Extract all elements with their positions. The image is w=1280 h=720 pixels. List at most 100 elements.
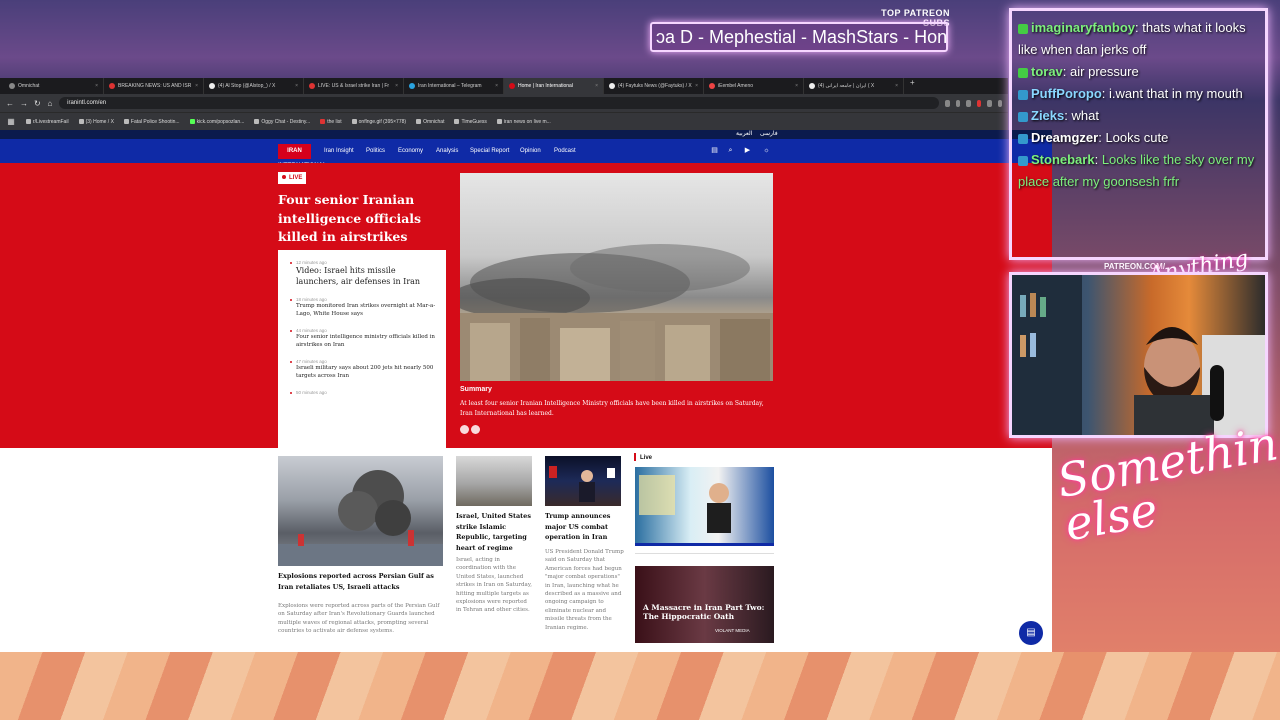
language-link-farsi[interactable]: فارسی — [760, 130, 778, 137]
forward-icon[interactable]: → — [20, 99, 28, 108]
url-input[interactable]: iranintl.com/en — [59, 97, 940, 109]
hero-section: LIVE Four senior Iranian intelligence of… — [0, 163, 1052, 448]
browser-tab[interactable]: Iran International – Telegram × — [404, 78, 504, 94]
reload-icon[interactable]: ↻ — [34, 99, 41, 108]
divider — [635, 553, 774, 554]
feed-item[interactable]: 50 minutes ago — [290, 390, 438, 395]
close-icon[interactable]: × — [895, 83, 898, 89]
article-card-excerpt: Explosions were reported across parts of… — [278, 603, 440, 635]
favicon-icon — [416, 119, 422, 124]
chat-message: Stonebark: Looks like the sky over my pl… — [1018, 152, 1255, 189]
close-icon[interactable]: × — [295, 83, 298, 89]
language-bar: العربية فارسی — [0, 130, 1052, 139]
article-card-title[interactable]: Israel, United States strike Islamic Rep… — [456, 511, 536, 553]
apps-grid-icon[interactable]: ▦ — [6, 117, 16, 126]
nav-item-politics[interactable]: Politics — [366, 139, 385, 163]
podium-illustration — [549, 466, 615, 502]
browser-tab-active[interactable]: Home | Iran International × — [504, 78, 604, 94]
live-video-thumbnail[interactable] — [635, 467, 774, 546]
bookmark-item[interactable]: Oggy Chat - Destiny... — [254, 119, 310, 125]
feed-item[interactable]: 12 minutes ago Video: Israel hits missile… — [290, 260, 438, 287]
x-logo-icon — [809, 83, 815, 89]
home-icon[interactable]: ⌂ — [47, 99, 53, 108]
new-tab-button[interactable]: + — [904, 78, 921, 94]
feed-item[interactable]: 18 minutes ago Trump monitored Iran strik… — [290, 297, 438, 318]
menu-icon[interactable] — [997, 99, 1003, 107]
favicon-icon — [254, 119, 260, 124]
close-icon[interactable]: × — [795, 83, 798, 89]
newspaper-icon[interactable]: ▤ — [710, 146, 719, 155]
extension-icon[interactable] — [976, 99, 982, 107]
close-icon[interactable]: × — [95, 83, 98, 89]
nav-item-economy[interactable]: Economy — [398, 139, 423, 163]
hero-headline[interactable]: Four senior Iranian intelligence officia… — [278, 191, 448, 247]
browser-tab[interactable]: Omnichat × — [4, 78, 104, 94]
bookmark-item[interactable]: the list — [320, 119, 342, 125]
article-image-trump-podium[interactable] — [545, 456, 621, 506]
back-icon[interactable]: ← — [6, 99, 14, 108]
language-link-arabic[interactable]: العربية — [736, 130, 752, 137]
chat-message: imaginaryfanboy: thats what it looks lik… — [1018, 20, 1246, 57]
feed-item[interactable]: 44 minutes ago Four senior intelligence m… — [290, 328, 438, 349]
theme-toggle-icon[interactable]: ☼ — [762, 146, 771, 155]
browser-tab[interactable]: (4) Faytuks News (@Faytuks) / X × — [604, 78, 704, 94]
close-icon[interactable]: × — [695, 83, 698, 89]
chat-message: torav: air pressure — [1018, 61, 1261, 83]
favicon-icon — [454, 119, 460, 124]
profile-icon[interactable] — [987, 99, 992, 107]
summary-text: At least four senior Iranian Intelligenc… — [460, 400, 764, 417]
close-icon[interactable]: × — [195, 83, 198, 89]
browser-tab[interactable]: BREAKING NEWS: US AND ISR × — [104, 78, 204, 94]
nav-item-special-report[interactable]: Special Report — [470, 139, 509, 163]
nav-item-analysis[interactable]: Analysis — [436, 139, 458, 163]
anchor-illustration — [639, 475, 731, 533]
browser-tab[interactable]: (4) ایران | جامعه ایرانی ( X × — [804, 78, 904, 94]
site-logo[interactable]: IRAN INTERNATIONAL — [278, 144, 327, 169]
article-card-title[interactable]: Explosions reported across Persian Gulf … — [278, 571, 443, 592]
favicon-icon — [9, 83, 15, 89]
chat-widget-button[interactable]: ▤ — [1019, 621, 1043, 645]
article-card-excerpt: US President Donald Trump said on Saturd… — [545, 549, 624, 631]
carousel-dot[interactable] — [460, 425, 469, 434]
bookmark-item[interactable]: TimeGuess — [454, 119, 487, 125]
hero-image-smoke-over-city[interactable] — [460, 173, 773, 381]
telegram-icon — [409, 83, 415, 89]
carousel-dot[interactable] — [471, 425, 480, 434]
bookmark-item[interactable]: Fatal Police Shootin... — [123, 119, 180, 125]
promo-brand-logo: VIOLANT MEDIA — [715, 628, 750, 633]
browser-tab[interactable]: (4) Al Stop (@Alstop_) / X × — [204, 78, 304, 94]
close-icon[interactable]: × — [395, 83, 398, 89]
translate-icon[interactable] — [945, 99, 950, 107]
badge-icon — [1018, 111, 1028, 122]
browser-tab[interactable]: iEembel Ameno × — [704, 78, 804, 94]
feed-item[interactable]: 47 minutes ago Israeli military says abou… — [290, 359, 438, 380]
badge-icon — [1018, 67, 1028, 78]
bookmark-item[interactable]: r/LivestreamFail — [26, 119, 69, 125]
site-nav: IRAN INTERNATIONAL Iran Insight Politics… — [0, 139, 1052, 169]
browser-tab[interactable]: LIVE: US & Israel strike Iran | Fr × — [304, 78, 404, 94]
promo-thumbnail-massacre[interactable]: A Massacre in Iran Part Two: The Hippocr… — [635, 566, 774, 643]
article-image-tehran-smoke[interactable] — [456, 456, 532, 506]
search-icon[interactable]: ⌕ — [726, 146, 735, 155]
close-icon[interactable]: × — [595, 83, 598, 89]
bookmark-item[interactable]: (3) Home / X — [78, 119, 114, 125]
nav-item-podcast[interactable]: Podcast — [554, 139, 576, 163]
explosion-illustration — [278, 470, 443, 566]
live-dot-icon — [282, 175, 286, 180]
cast-icon[interactable] — [955, 99, 961, 107]
article-image-explosion[interactable] — [278, 456, 443, 566]
bookmark-item[interactable]: iran news on live m... — [496, 119, 551, 125]
nav-item-opinion[interactable]: Opinion — [520, 139, 541, 163]
badge-icon — [1018, 155, 1028, 166]
bookmark-item[interactable]: kick.com/popsozlan... — [189, 119, 244, 125]
favicon-icon — [509, 83, 515, 89]
bookmark-item[interactable]: onflnge.gif (395×778) — [351, 119, 406, 125]
article-card-title[interactable]: Trump announces major US combat operatio… — [545, 511, 625, 543]
bookmark-star-icon[interactable] — [966, 99, 971, 107]
close-icon[interactable]: × — [495, 83, 498, 89]
bookmark-item[interactable]: Omnichat — [416, 119, 444, 125]
nav-item-iran-insight[interactable]: Iran Insight — [324, 139, 354, 163]
video-icon[interactable]: ▶ — [743, 146, 752, 155]
decorative-background-pattern — [0, 652, 1280, 720]
patreon-subs-ticker: ɔa D - Mephestial - MashStars - Hones — [650, 22, 948, 52]
